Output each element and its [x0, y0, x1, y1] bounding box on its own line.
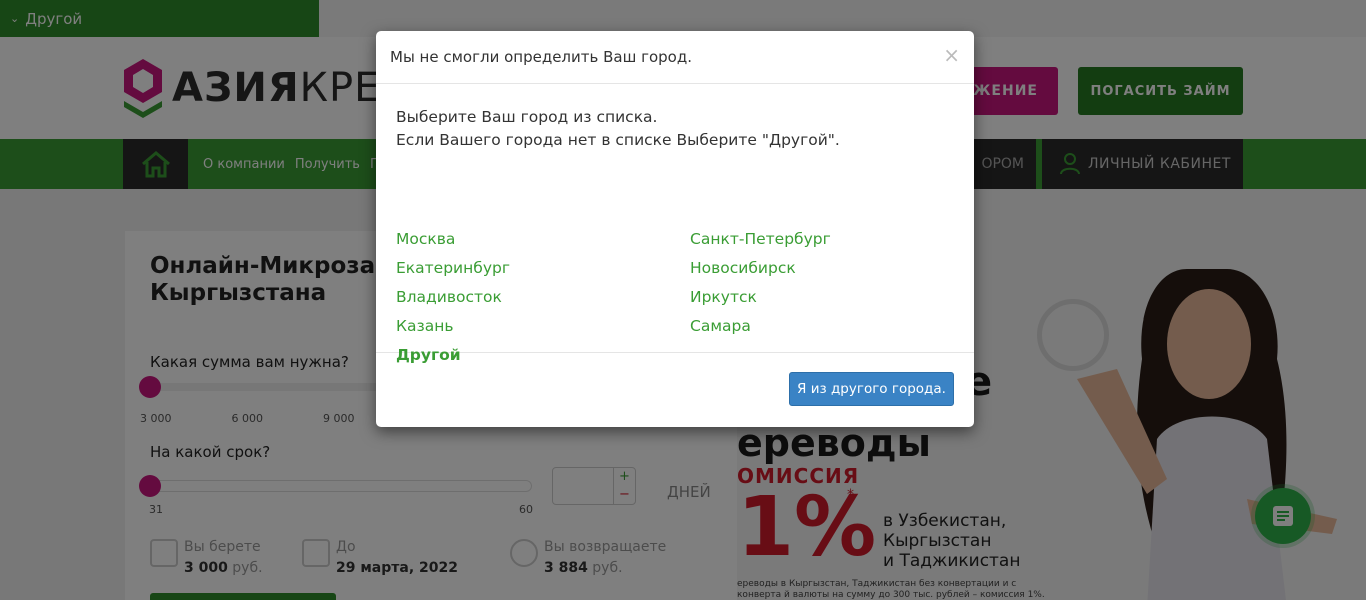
city-link-moscow[interactable]: Москва [396, 230, 455, 248]
city-link-irkutsk[interactable]: Иркутск [690, 288, 757, 306]
modal-instructions: Выберите Ваш город из списка. Если Вашег… [396, 108, 840, 149]
city-selection-modal: Мы не смогли определить Ваш город. × Выб… [376, 31, 974, 427]
modal-header: Мы не смогли определить Ваш город. × [376, 31, 974, 84]
modal-body: Выберите Ваш город из списка. Если Вашег… [376, 84, 974, 364]
city-link-vladivostok[interactable]: Владивосток [396, 288, 502, 306]
city-link-yekaterinburg[interactable]: Екатеринбург [396, 259, 510, 277]
city-link-saint-petersburg[interactable]: Санкт-Петербург [690, 230, 831, 248]
modal-footer: Я из другого города. [376, 353, 974, 426]
close-icon[interactable]: × [943, 43, 960, 67]
city-link-samara[interactable]: Самара [690, 317, 751, 335]
other-city-button[interactable]: Я из другого города. [789, 372, 954, 406]
city-link-kazan[interactable]: Казань [396, 317, 454, 335]
city-link-novosibirsk[interactable]: Новосибирск [690, 259, 796, 277]
modal-title: Мы не смогли определить Ваш город. [390, 48, 692, 66]
